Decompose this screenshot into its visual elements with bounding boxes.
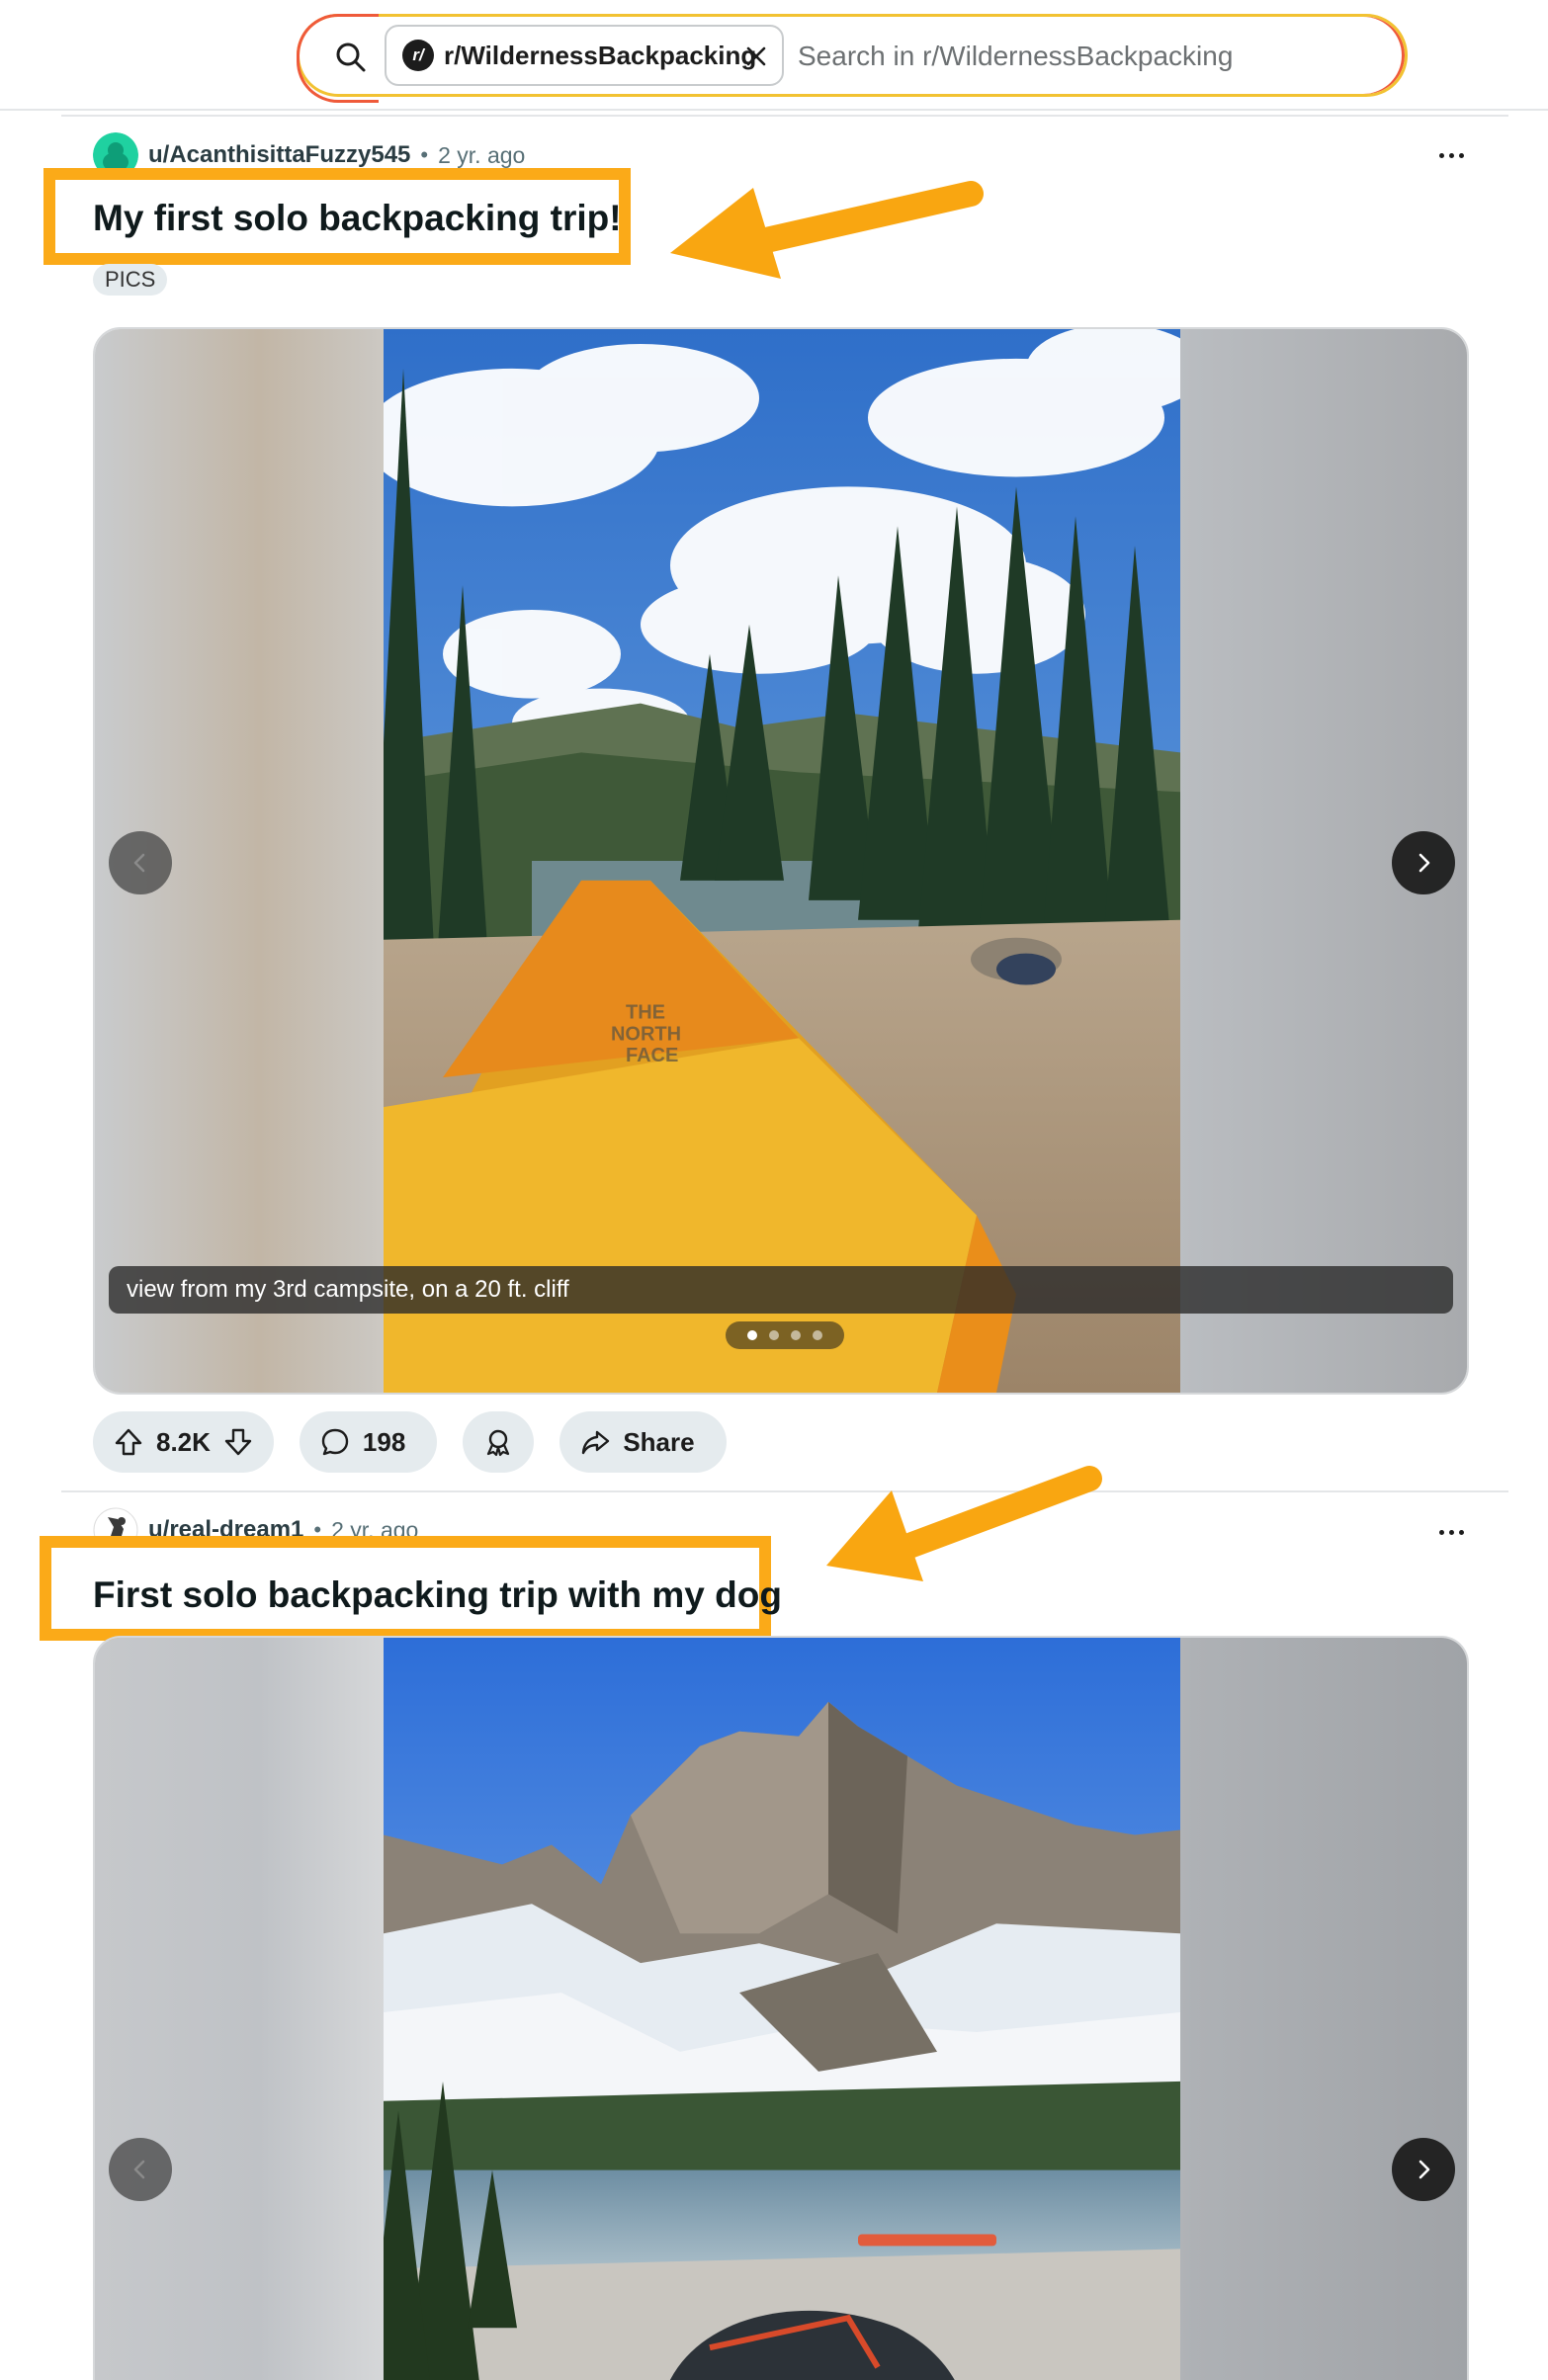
gallery-dot xyxy=(813,1330,822,1340)
meta-separator: • xyxy=(420,142,429,167)
gallery-prev-button[interactable] xyxy=(109,831,172,894)
arrow-annotation xyxy=(670,181,984,279)
downvote-icon[interactable] xyxy=(222,1426,254,1458)
image-caption: view from my 3rd campsite, on a 20 ft. c… xyxy=(109,1266,1453,1314)
gallery-dot xyxy=(769,1330,779,1340)
post-author[interactable]: u/AcanthisittaFuzzy545 xyxy=(148,141,410,169)
vote-count: 8.2K xyxy=(156,1426,211,1457)
post-action-bar: 8.2K 198 Share xyxy=(93,1411,727,1473)
post-title[interactable]: First solo backpacking trip with my dog xyxy=(93,1574,782,1616)
mountain-lake-photo xyxy=(384,1638,1180,2380)
comment-icon xyxy=(321,1428,349,1456)
share-button[interactable]: Share xyxy=(559,1411,727,1473)
share-label: Share xyxy=(623,1426,695,1457)
post-time: 2 yr. ago xyxy=(438,141,526,168)
gallery-dot xyxy=(747,1330,757,1340)
svg-text:FACE: FACE xyxy=(626,1045,678,1066)
campsite-photo: THE NORTH FACE xyxy=(384,329,1180,1393)
post-divider xyxy=(61,1490,1508,1492)
chevron-right-icon xyxy=(1419,853,1430,873)
share-icon xyxy=(582,1430,610,1455)
svg-text:THE: THE xyxy=(626,1001,665,1023)
header-divider xyxy=(0,109,1548,111)
search-input[interactable]: Search in r/WildernessBackpacking xyxy=(798,41,1233,72)
gallery-next-button[interactable] xyxy=(1392,2138,1455,2201)
gallery-page-indicator xyxy=(726,1321,844,1349)
award-icon xyxy=(487,1429,510,1457)
chevron-left-icon xyxy=(133,853,145,873)
upvote-icon[interactable] xyxy=(113,1426,144,1458)
image-gallery[interactable]: THE NORTH FACE view from my 3rd campsite… xyxy=(93,327,1469,1395)
post-divider xyxy=(61,115,1508,117)
search-icon[interactable] xyxy=(335,42,367,73)
subreddit-chip-label: r/WildernessBackpacking xyxy=(444,40,757,70)
image-gallery[interactable] xyxy=(93,1636,1469,2380)
gallery-prev-button[interactable] xyxy=(109,2138,172,2201)
gallery-dot xyxy=(791,1330,801,1340)
overflow-menu-icon[interactable] xyxy=(1429,1510,1473,1554)
overflow-menu-icon[interactable] xyxy=(1429,133,1473,177)
comments-button[interactable]: 198 xyxy=(299,1411,438,1473)
subreddit-filter-chip[interactable]: r/ r/WildernessBackpacking xyxy=(385,25,784,86)
search-bar[interactable]: r/ r/WildernessBackpacking Search in r/W… xyxy=(297,14,1408,103)
chevron-left-icon xyxy=(133,2160,145,2179)
close-icon[interactable] xyxy=(742,42,770,70)
gallery-next-button[interactable] xyxy=(1392,831,1455,894)
subreddit-icon: r/ xyxy=(402,40,434,71)
award-button[interactable] xyxy=(463,1411,535,1473)
post-title[interactable]: My first solo backpacking trip! xyxy=(93,198,622,239)
vote-control: 8.2K xyxy=(93,1411,274,1473)
chevron-right-icon xyxy=(1419,2160,1430,2179)
post-flair[interactable]: PICS xyxy=(93,264,168,296)
svg-text:NORTH: NORTH xyxy=(611,1023,681,1045)
arrow-annotation xyxy=(826,1466,1102,1581)
comment-count: 198 xyxy=(362,1426,406,1457)
